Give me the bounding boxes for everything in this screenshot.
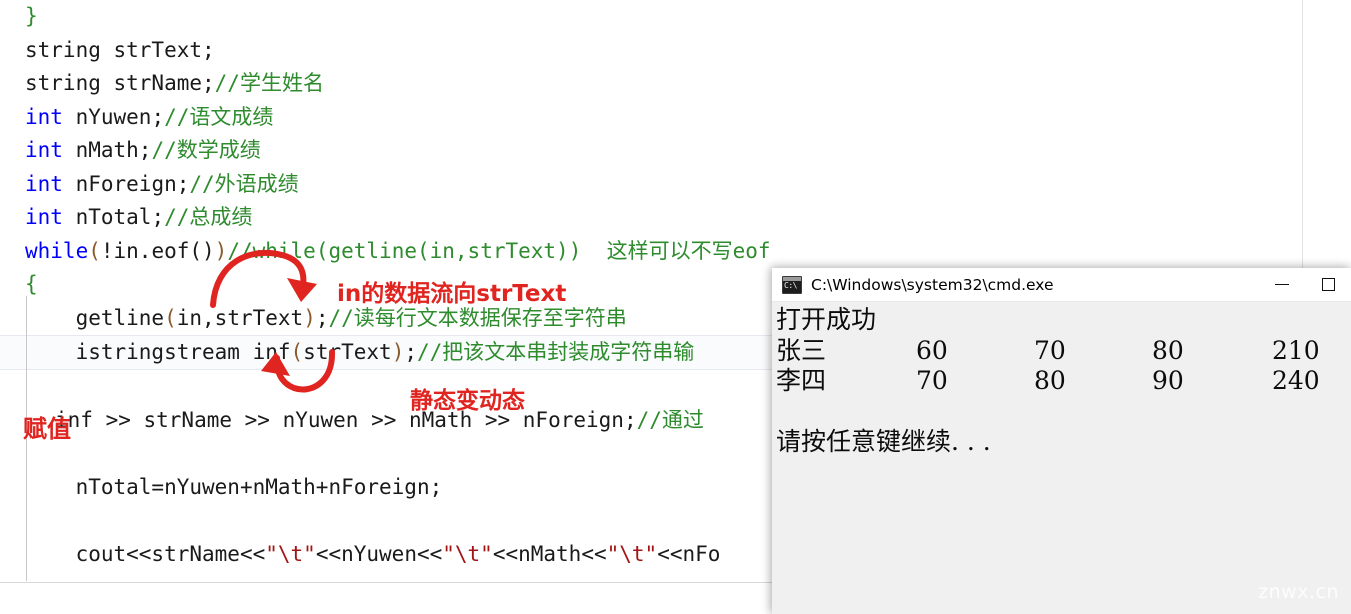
console-cell: 70: [1034, 335, 1066, 365]
code-line[interactable]: int nMath;//数学成绩: [0, 134, 1351, 168]
code-token: while: [25, 238, 89, 263]
code-token: //数学成绩: [151, 138, 261, 162]
code-token: <<nFo: [657, 541, 721, 566]
console-cell: 80: [1152, 335, 1184, 365]
code-token: ;: [404, 340, 417, 364]
code-token: {: [25, 272, 38, 296]
code-line[interactable]: string strText;: [0, 34, 1351, 68]
code-token: in,strText: [176, 305, 304, 330]
code-token: ;: [315, 305, 329, 330]
cmd-icon: C:\: [782, 275, 802, 294]
code-token: //读每行文本数据保存至字符串: [328, 305, 627, 330]
code-line[interactable]: int nYuwen;//语文成绩: [0, 101, 1351, 135]
code-token: nYuwen;: [62, 104, 165, 129]
code-token: istringstream inf: [75, 340, 291, 364]
console-row: 张三 60 70 80 210: [776, 336, 1351, 367]
code-token: !in.eof(): [100, 238, 215, 263]
code-token: inf >> strName >> nYuwen >> nMath >> nFo…: [55, 407, 637, 432]
console-cell: 60: [916, 335, 948, 365]
console-cell: 210: [1272, 335, 1320, 365]
code-token: "\t": [606, 541, 658, 566]
site-watermark: znwx.cn: [1258, 581, 1339, 603]
code-token: cout<<strName<<: [75, 541, 266, 566]
code-token: nForeign;: [62, 171, 190, 196]
code-line[interactable]: int nForeign;//外语成绩: [0, 168, 1351, 202]
minimize-button[interactable]: [1259, 269, 1305, 301]
console-student-rows: 张三 60 70 80 210 李四 70 80 90 240: [776, 336, 1351, 397]
code-token: ): [303, 305, 316, 330]
code-token: //while(getline(in,strText)) 这样可以不写eof: [227, 238, 771, 263]
code-token: string strName;: [25, 71, 215, 95]
console-cell: 李四: [776, 366, 827, 395]
maximize-icon: [1321, 278, 1335, 291]
code-line[interactable]: int nTotal;//总成绩: [0, 201, 1351, 235]
code-token: int: [25, 171, 63, 196]
code-token: <<nYuwen<<: [315, 541, 443, 566]
cmd-title-bar[interactable]: C:\ C:\Windows\system32\cmd.exe: [772, 268, 1351, 302]
code-line[interactable]: while(!in.eof())//while(getline(in,strTe…: [0, 235, 1351, 269]
code-token: <<nMath<<: [492, 541, 607, 566]
cmd-console-window[interactable]: C:\ C:\Windows\system32\cmd.exe 打开成功 张三 6…: [772, 268, 1351, 614]
code-token: int: [25, 104, 63, 129]
code-token: //总成绩: [164, 205, 253, 229]
cmd-window-title: C:\Windows\system32\cmd.exe: [811, 275, 1054, 294]
code-token: (: [290, 340, 304, 364]
code-token: (: [88, 238, 101, 263]
cmd-output-area[interactable]: 打开成功 张三 60 70 80 210 李四 70 80 90 240 请按任意键继续. . .…: [772, 302, 1351, 614]
console-row: 李四 70 80 90 240: [776, 366, 1351, 397]
code-token: //通过: [636, 407, 704, 432]
code-token: int: [25, 138, 63, 162]
code-line[interactable]: }: [0, 0, 1351, 34]
code-token: //学生姓名: [214, 71, 324, 95]
code-token: //把该文本串封装成字符串输: [417, 340, 695, 364]
cmd-icon-label: C:\: [784, 280, 797, 290]
console-cell: 80: [1034, 366, 1066, 395]
code-line[interactable]: string strName;//学生姓名: [0, 67, 1351, 101]
code-token: ): [391, 340, 405, 364]
code-token: nTotal=nYuwen+nMath+nForeign;: [75, 474, 443, 499]
code-token: //语文成绩: [164, 104, 274, 129]
code-token: getline: [75, 305, 165, 330]
console-cell: 240: [1272, 366, 1320, 395]
code-token: (: [164, 305, 177, 330]
code-token: nTotal;: [62, 205, 165, 229]
console-cell: 70: [916, 366, 948, 395]
code-token: }: [25, 4, 38, 28]
code-token: "\t": [442, 541, 493, 566]
code-token: ): [214, 238, 228, 263]
console-cell: 张三: [776, 335, 827, 365]
console-cell: 90: [1152, 366, 1184, 395]
code-token: strText: [303, 340, 392, 364]
console-prompt-line: 请按任意键继续. . .: [776, 427, 991, 456]
code-token: nMath;: [62, 138, 152, 162]
indent-guide-line: [26, 296, 27, 581]
minimize-icon: [1275, 284, 1289, 285]
code-token: //外语成绩: [189, 171, 299, 196]
maximize-button[interactable]: [1305, 269, 1351, 301]
code-token: string strText;: [25, 37, 215, 62]
code-token: int: [25, 205, 63, 229]
console-status-line: 打开成功: [776, 305, 877, 334]
code-token: "\t": [265, 541, 316, 566]
